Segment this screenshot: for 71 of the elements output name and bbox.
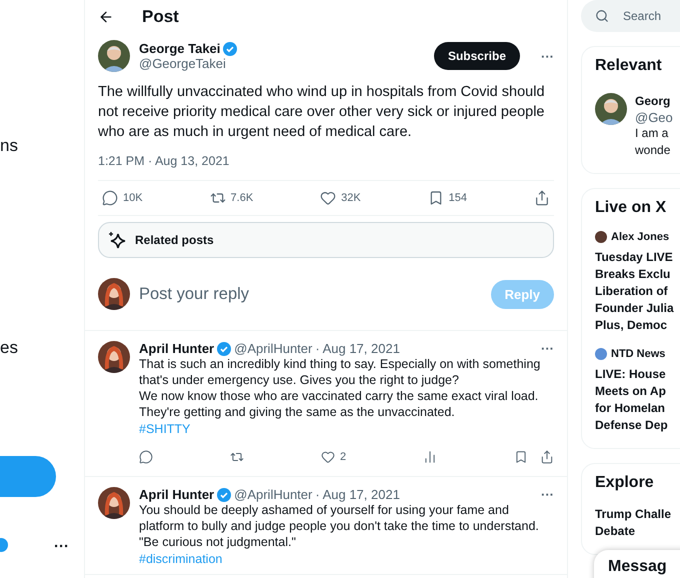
page-title: Post <box>142 7 179 27</box>
reply-text: You should be deeply ashamed of yourself for using your fame and platform to bully and judge people you don't take the time to understand. <box>139 502 540 534</box>
like-icon <box>320 190 336 206</box>
more-icon[interactable]: ··· <box>54 538 69 555</box>
post-timestamp[interactable]: 1:21 PM · Aug 13, 2021 <box>98 154 554 168</box>
live-title[interactable]: Liberation of <box>595 283 680 300</box>
post-date[interactable]: · Aug 17, 2021 <box>315 341 400 356</box>
related-posts-button[interactable]: Related posts <box>98 222 554 258</box>
live-title[interactable]: Tuesday LIVE <box>595 249 680 266</box>
nav-label[interactable]: ns <box>0 136 18 156</box>
more-icon[interactable]: ··· <box>541 48 554 64</box>
avatar[interactable] <box>98 40 130 72</box>
card-title: Explore <box>595 474 655 492</box>
like-count: 2 <box>340 451 346 463</box>
host-name[interactable]: NTD News <box>611 348 666 360</box>
more-icon[interactable]: ··· <box>541 341 554 356</box>
reply-icon <box>139 450 153 464</box>
repost-icon <box>230 450 244 464</box>
author-name[interactable]: George Takei <box>139 41 220 56</box>
share-icon <box>534 190 550 206</box>
post-button[interactable] <box>0 456 56 497</box>
author-handle[interactable]: @AprilHunter <box>234 341 312 356</box>
messages-drawer[interactable]: Messag <box>594 550 680 578</box>
host-avatar-icon <box>595 231 607 243</box>
bookmark-icon <box>514 450 528 464</box>
live-title[interactable]: Founder Julia <box>595 300 680 317</box>
reply-text: "Be curious not judgmental." <box>139 534 297 550</box>
back-icon[interactable] <box>98 9 114 25</box>
reply-icon <box>102 190 118 206</box>
avatar[interactable] <box>98 278 130 310</box>
live-title[interactable]: for Homelan <box>595 400 680 417</box>
avatar[interactable] <box>98 341 130 373</box>
bio-text: I am a <box>635 125 670 142</box>
post-text: The willfully unvaccinated who wind up in hospitals from Covid should not receive priority medical care over other very sick or injured people who are as much in urgent need of medical care. <box>98 83 546 142</box>
search-field[interactable]: Search <box>581 0 680 32</box>
stat-count: 32K <box>341 192 361 204</box>
more-icon[interactable]: ··· <box>541 487 554 502</box>
author-handle[interactable]: @Geo <box>635 110 673 125</box>
host-name[interactable]: Alex Jones <box>611 231 670 243</box>
live-title[interactable]: Meets on Ap <box>595 383 680 400</box>
trend-title[interactable]: Trump Challe <box>595 506 680 523</box>
bio-text: wonde <box>635 142 672 159</box>
stat-count: 10K <box>123 192 143 204</box>
reply-text: That is such an incredibly kind thing to say. Especially on with something that's under emergency use. Gives you the right to judge? <box>139 356 542 388</box>
avatar[interactable] <box>595 93 627 125</box>
search-icon <box>595 9 609 23</box>
share-icon <box>540 450 554 464</box>
live-title[interactable]: Breaks Exclu <box>595 266 680 283</box>
host-avatar-icon <box>595 348 607 360</box>
stat-count: 7.6K <box>230 192 254 204</box>
like-icon <box>320 450 335 464</box>
avatar[interactable] <box>98 487 130 519</box>
author-name[interactable]: Georg <box>635 93 673 110</box>
author-handle[interactable]: @AprilHunter <box>234 487 312 502</box>
card-title: Live on X <box>595 199 668 217</box>
views-icon <box>423 450 438 464</box>
author-handle[interactable]: @GeorgeTakei <box>139 56 425 71</box>
trend-title[interactable]: Debate <box>595 523 680 540</box>
subscribe-button[interactable]: Subscribe <box>434 42 520 70</box>
author-name[interactable]: April Hunter <box>139 487 214 502</box>
live-title[interactable]: Plus, Democ <box>595 317 680 334</box>
live-title[interactable]: Defense Dep <box>595 417 680 434</box>
post-date[interactable]: · Aug 17, 2021 <box>315 487 400 502</box>
nav-label[interactable]: es <box>0 338 18 358</box>
stat-count: 154 <box>448 192 468 204</box>
reply-text: We now know those who are vaccinated carry the same exact viral load. They're getting and giving the same as the unvaccinated. <box>139 388 540 420</box>
sparkle-icon <box>108 231 126 249</box>
author-name[interactable]: April Hunter <box>139 341 214 356</box>
verified-icon <box>0 538 8 552</box>
card-title: Relevant <box>595 57 663 75</box>
live-title[interactable]: LIVE: House <box>595 366 680 383</box>
